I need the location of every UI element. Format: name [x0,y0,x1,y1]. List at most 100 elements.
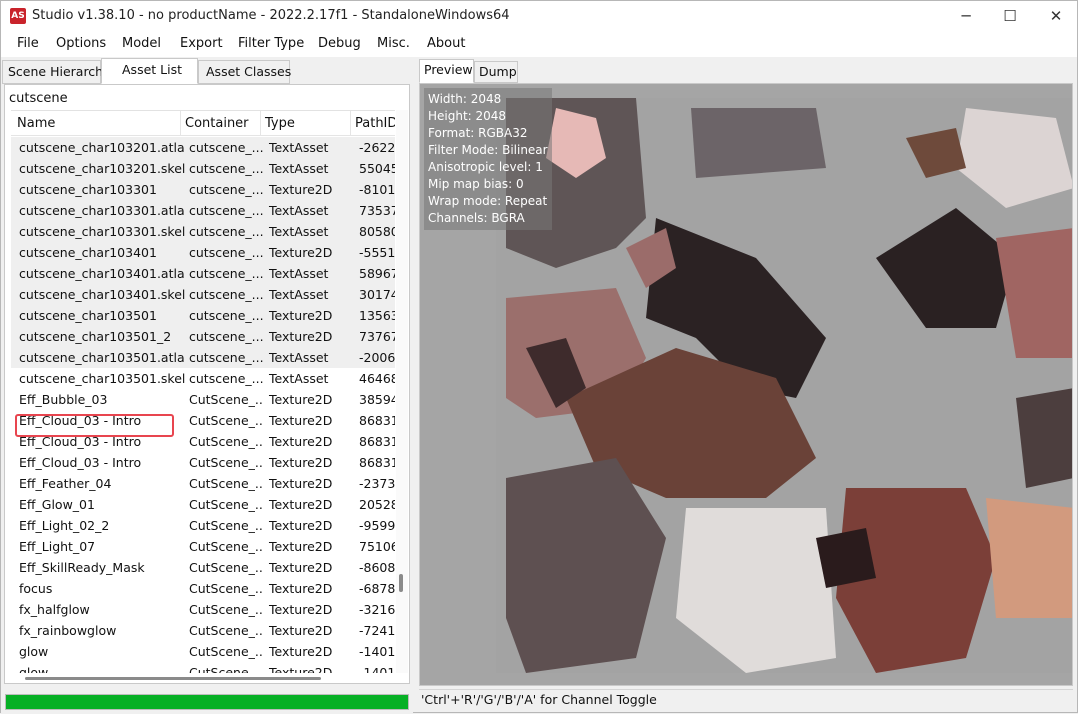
cell-container: CutScene_... [189,602,263,617]
minimize-button[interactable]: ─ [943,1,989,32]
cell-name: Eff_Cloud_03 - Intro [19,455,142,470]
column-header-pathid[interactable]: PathID [351,111,395,136]
cell-pathid: -5551 [359,245,395,260]
cell-type: Texture2D [269,623,333,638]
table-row[interactable]: Eff_Light_07 CutScene_... Texture2D 75106 [11,536,395,557]
cell-name: cutscene_char103201.skel [19,161,185,176]
column-header-type[interactable]: Type [261,111,351,136]
table-row[interactable]: cutscene_char103401.skel cutscene_... Text… [11,284,395,305]
tab-asset-list[interactable]: Asset List [101,58,198,84]
table-row[interactable]: Eff_SkillReady_Mask CutScene_... Texture2D… [11,557,395,578]
progress-fill [6,695,408,709]
table-row[interactable]: cutscene_char103301.skel cutscene_... Text… [11,221,395,242]
table-row[interactable]: cutscene_char103201.skel cutscene_... Text… [11,158,395,179]
cell-type: TextAsset [269,350,329,365]
menu-model[interactable]: Model [122,36,161,51]
table-row[interactable]: cutscene_char103301 cutscene_... Texture2D… [11,179,395,200]
tab-asset-classes[interactable]: Asset Classes [198,60,291,84]
menu-debug[interactable]: Debug [318,36,361,51]
cell-type: Texture2D [269,182,333,197]
table-row[interactable]: Eff_Bubble_03 CutScene_... Texture2D 38594 [11,389,395,410]
table-row[interactable]: Eff_Glow_01 CutScene_... Texture2D 20528 [11,494,395,515]
table-row[interactable]: Eff_Cloud_03 - Intro CutScene_... Texture2… [11,452,395,473]
cell-type: Texture2D [269,665,333,673]
cell-pathid: 73537 [359,203,395,218]
table-row[interactable]: cutscene_char103501_2 cutscene_... Texture… [11,326,395,347]
table-row[interactable]: cutscene_char103501.skel cutscene_... Text… [11,368,395,389]
left-panel: Scene Hierarchy Asset List Asset Classes… [1,57,413,714]
cell-pathid: -7241 [359,623,395,638]
cell-name: Eff_Bubble_03 [19,392,108,407]
texture-image [496,98,1072,673]
cell-name: focus [19,581,53,596]
table-row[interactable]: Eff_Feather_04 CutScene_... Texture2D -2373 [11,473,395,494]
cell-name: fx_halfglow [19,602,90,617]
asset-list-panel: Name Container Type PathID cutscene_char… [4,84,410,684]
cell-name: Eff_Light_07 [19,539,96,554]
tab-preview[interactable]: Preview [419,59,474,83]
cell-type: TextAsset [269,371,329,386]
table-row[interactable]: Eff_Cloud_03 - Intro CutScene_... Texture2… [11,431,395,452]
table-row[interactable]: cutscene_char103401.atlas cutscene_... Tex… [11,263,395,284]
column-header-name[interactable]: Name [11,111,181,136]
cell-name: cutscene_char103401.skel [19,287,185,302]
menu-filter-type[interactable]: Filter Type [238,36,304,51]
cell-container: cutscene_... [189,371,263,386]
menu-bar: File Options Model Export Filter Type De… [1,32,1077,57]
cell-pathid: 86831 [359,455,395,470]
info-anisotropic: Anisotropic level: 1 [428,160,543,174]
asset-list-view: Name Container Type PathID cutscene_char… [11,110,395,673]
cell-container: CutScene_... [189,581,263,596]
tab-scene-hierarchy[interactable]: Scene Hierarchy [2,60,111,84]
menu-misc[interactable]: Misc. [377,36,410,51]
cell-container: CutScene_... [189,392,263,407]
table-row[interactable]: Eff_Light_02_2 CutScene_... Texture2D -9599 [11,515,395,536]
horizontal-scroll-thumb[interactable] [25,677,321,680]
table-row[interactable]: glow CutScene_... Texture2D -1401 [11,641,395,662]
cell-type: Texture2D [269,539,333,554]
menu-about[interactable]: About [427,36,465,51]
cell-pathid: -2373 [359,476,395,491]
table-row[interactable]: focus CutScene_... Texture2D -6878 [11,578,395,599]
cell-type: Texture2D [269,518,333,533]
cell-pathid: 13563 [359,308,395,323]
vertical-scrollbar[interactable] [396,110,408,673]
table-row[interactable]: cutscene_char103201.atlas cutscene_... Tex… [11,137,395,158]
table-row[interactable]: fx_rainbowglow CutScene_... Texture2D -7241 [11,620,395,641]
cell-container: CutScene_... [189,434,263,449]
cell-name: cutscene_char103401 [19,245,157,260]
table-row[interactable]: cutscene_char103301.atlas cutscene_... Tex… [11,200,395,221]
cell-pathid: -6878 [359,581,395,596]
cell-type: Texture2D [269,560,333,575]
table-row[interactable]: cutscene_char103501.atlas cutscene_... Tex… [11,347,395,368]
table-row[interactable]: fx_halfglow CutScene_... Texture2D -3216 [11,599,395,620]
app-icon: AS [10,8,26,24]
cell-container: CutScene_... [189,623,263,638]
cell-container: cutscene_... [189,350,263,365]
table-row[interactable]: glow CutScene_... Texture2D -1401 [11,662,395,673]
cell-name: cutscene_char103201.atlas [19,140,185,155]
cell-container: cutscene_... [189,287,263,302]
horizontal-scrollbar[interactable] [11,675,395,683]
column-header-container[interactable]: Container [181,111,261,136]
filter-input[interactable] [9,88,405,108]
cell-container: cutscene_... [189,308,263,323]
maximize-button[interactable]: ☐ [987,1,1033,32]
info-filter-mode: Filter Mode: Bilinear [428,143,548,157]
close-button[interactable]: ✕ [1033,1,1078,32]
cell-name: Eff_Glow_01 [19,497,95,512]
menu-options[interactable]: Options [56,36,106,51]
table-row[interactable]: Eff_Cloud_03 - Intro CutScene_... Texture2… [11,410,395,431]
menu-export[interactable]: Export [180,36,223,51]
vertical-scroll-thumb[interactable] [399,574,403,592]
info-channels: Channels: BGRA [428,211,525,225]
table-row[interactable]: cutscene_char103401 cutscene_... Texture2D… [11,242,395,263]
cell-pathid: 46468 [359,371,395,386]
tab-dump[interactable]: Dump [474,61,518,83]
cell-container: cutscene_... [189,140,263,155]
cell-type: Texture2D [269,602,333,617]
table-row[interactable]: cutscene_char103501 cutscene_... Texture2D… [11,305,395,326]
menu-file[interactable]: File [17,36,39,51]
list-header: Name Container Type PathID [11,111,395,136]
cell-type: Texture2D [269,434,333,449]
